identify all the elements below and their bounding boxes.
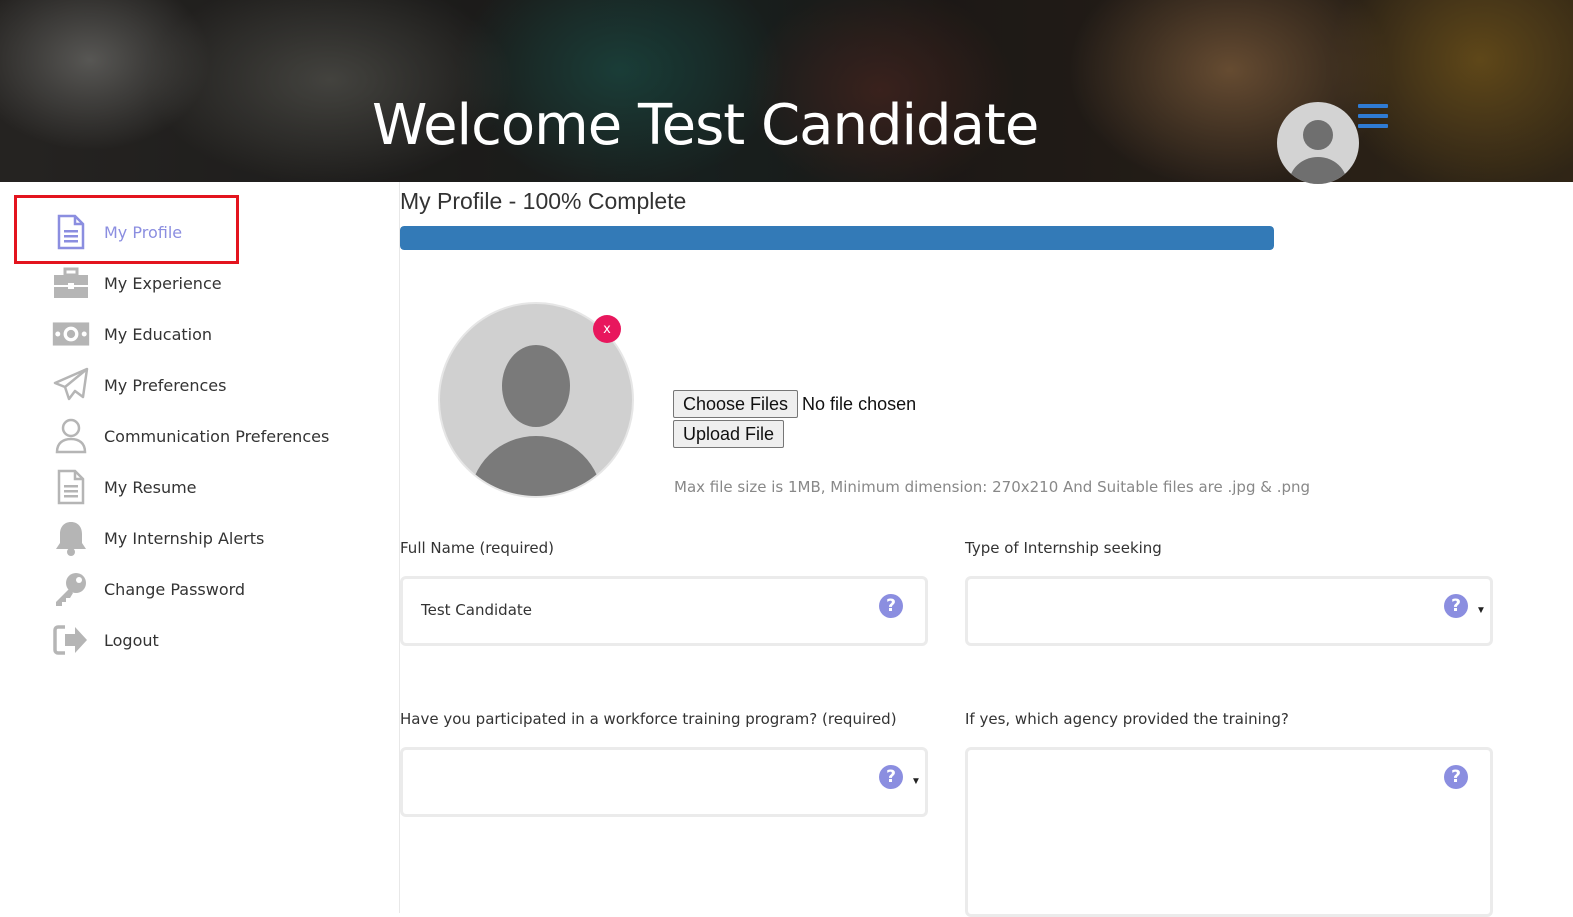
welcome-title: Welcome Test Candidate [372, 93, 1039, 158]
internship-type-label: Type of Internship seeking [965, 539, 1162, 557]
sidebar-item-logout[interactable]: Logout [52, 620, 159, 660]
sidebar-item-label: My Preferences [104, 375, 227, 395]
profile-panel: My Profile - 100% Complete x Choose File… [399, 182, 1570, 917]
sidebar-item-label: Communication Preferences [104, 426, 330, 446]
file-picker: Choose Files No file chosen [673, 390, 916, 418]
sidebar-item-communication-preferences[interactable]: Communication Preferences [52, 416, 329, 456]
hamburger-icon[interactable] [1358, 104, 1388, 134]
sidebar-item-my-internship-alerts[interactable]: My Internship Alerts [52, 518, 264, 558]
sidebar-item-my-resume[interactable]: My Resume [52, 467, 197, 507]
upload-file-button[interactable]: Upload File [673, 420, 785, 448]
remove-photo-button[interactable]: x [593, 315, 621, 343]
sidebar-item-label: My Experience [104, 273, 222, 293]
sidebar-item-label: Logout [104, 630, 159, 650]
paper-plane-icon [52, 366, 90, 404]
logout-icon [52, 621, 90, 659]
full-name-field[interactable]: Test Candidate ? [400, 576, 928, 646]
document-icon [52, 468, 90, 506]
document-icon [52, 213, 90, 251]
help-icon[interactable]: ? [1444, 765, 1468, 789]
file-status: No file chosen [802, 393, 917, 414]
choose-files-button[interactable]: Choose Files [673, 390, 799, 418]
upload-hint: Max file size is 1MB, Minimum dimension:… [674, 478, 1311, 496]
sidebar-item-label: My Internship Alerts [104, 528, 265, 548]
internship-type-select[interactable]: ? ▼ [965, 576, 1493, 646]
sidebar-item-my-experience[interactable]: My Experience [52, 263, 222, 303]
help-icon[interactable]: ? [1444, 594, 1468, 618]
sidebar-item-label: Change Password [104, 579, 246, 599]
sidebar-item-label: My Resume [104, 477, 197, 497]
full-name-label: Full Name (required) [400, 539, 554, 557]
progress-fill [400, 226, 1274, 250]
page-title: My Profile - 100% Complete [400, 188, 687, 214]
sidebar-item-change-password[interactable]: Change Password [52, 569, 245, 609]
agency-textarea[interactable]: ? [965, 747, 1493, 917]
full-name-value: Test Candidate [421, 601, 532, 619]
chevron-down-icon: ▼ [1476, 605, 1486, 616]
sidebar-item-label: My Profile [104, 222, 183, 242]
sidebar-item-label: My Education [104, 324, 213, 344]
sidebar-item-my-preferences[interactable]: My Preferences [52, 365, 226, 405]
help-icon[interactable]: ? [879, 765, 903, 789]
workforce-training-select[interactable]: ? ▼ [400, 747, 928, 817]
key-icon [52, 570, 90, 608]
sidebar-item-my-education[interactable]: My Education [52, 314, 212, 354]
chevron-down-icon: ▼ [911, 776, 921, 787]
progress-bar [400, 226, 1274, 250]
user-icon [52, 417, 90, 455]
bell-icon [52, 519, 90, 557]
sidebar-item-my-profile[interactable]: My Profile [52, 212, 182, 252]
help-icon[interactable]: ? [879, 594, 903, 618]
agency-label: If yes, which agency provided the traini… [965, 710, 1289, 728]
workforce-training-label: Have you participated in a workforce tra… [400, 710, 897, 728]
user-avatar-icon[interactable] [1277, 102, 1359, 184]
money-icon [52, 315, 90, 353]
briefcase-icon [52, 264, 90, 302]
